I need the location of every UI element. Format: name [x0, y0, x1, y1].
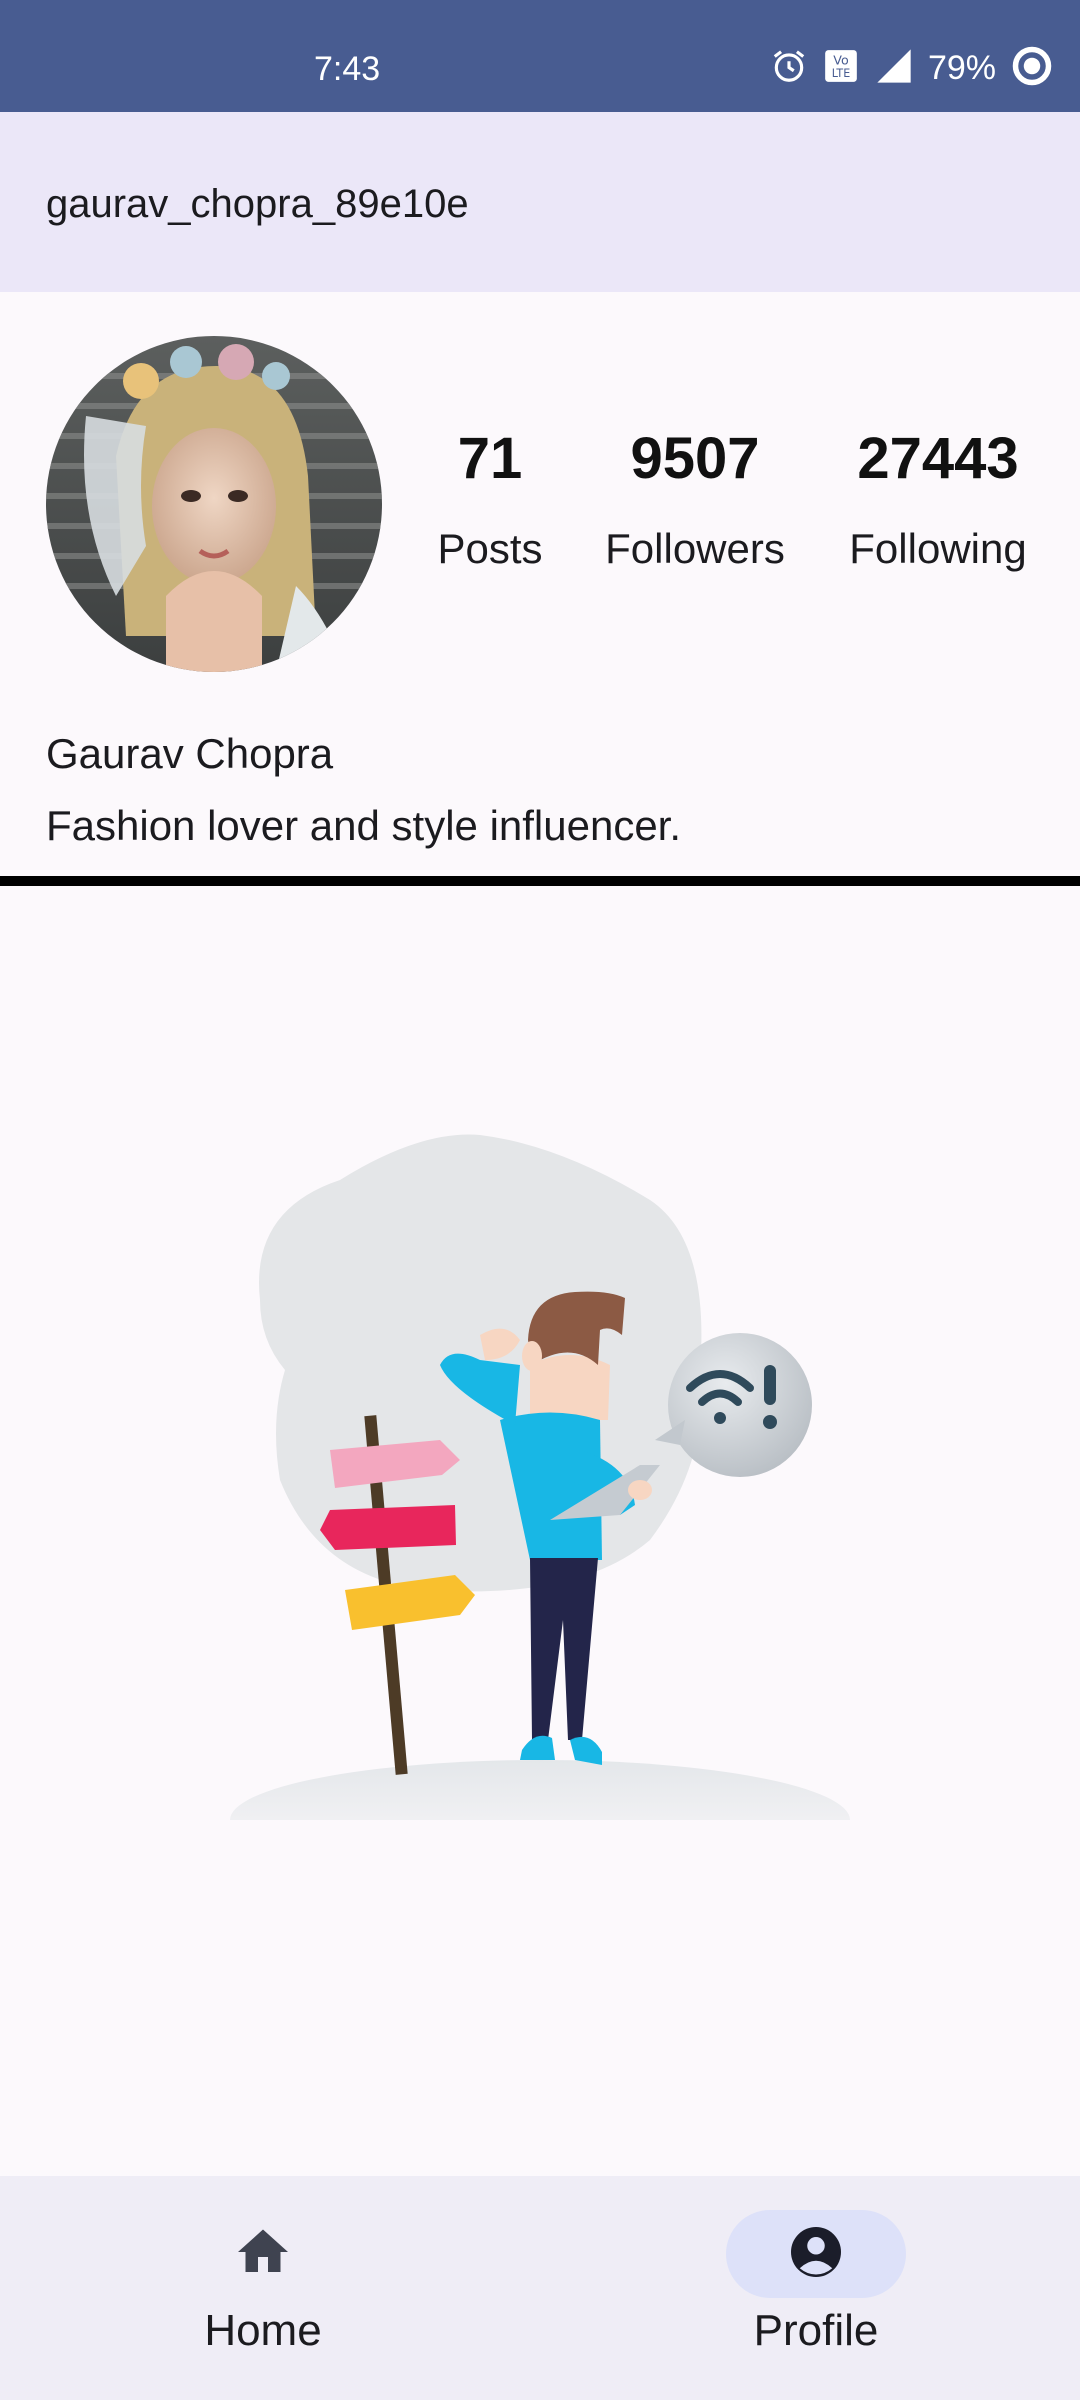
following-stat[interactable]: 27443 Following: [828, 430, 1048, 570]
nav-profile-label: Profile: [753, 2306, 879, 2355]
following-count: 27443: [857, 426, 1019, 491]
status-bar: 7:43 Vo LTE 79%: [0, 0, 1080, 112]
status-time: 7:43: [314, 50, 381, 88]
posts-label: Posts: [437, 525, 543, 572]
posts-stat[interactable]: 71 Posts: [420, 430, 560, 570]
nav-profile-indicator: [726, 2210, 906, 2298]
home-icon: [233, 2222, 293, 2287]
volte-icon: Vo LTE: [822, 47, 860, 90]
bio-text: Fashion lover and style influencer.: [46, 802, 682, 849]
posts-count: 71: [457, 426, 523, 491]
followers-count: 9507: [630, 426, 760, 491]
avatar[interactable]: [46, 336, 382, 672]
nav-item-home[interactable]: Home: [163, 2210, 363, 2356]
svg-text:LTE: LTE: [832, 67, 850, 80]
svg-text:Vo: Vo: [833, 52, 849, 67]
bottom-navigation: Home Profile: [0, 2176, 1080, 2400]
battery-percent: 79%: [927, 48, 996, 87]
followers-stat[interactable]: 9507 Followers: [590, 430, 800, 570]
display-name: Gaurav Chopra: [46, 730, 334, 777]
username-title: gaurav_chopra_89e10e: [46, 182, 469, 226]
alarm-icon: [770, 47, 808, 90]
following-label: Following: [849, 525, 1027, 572]
battery-ring-icon: [1010, 44, 1054, 93]
nav-item-profile[interactable]: Profile: [716, 2210, 916, 2356]
account-circle-icon: [786, 2222, 846, 2287]
no-connection-illustration: [230, 1120, 850, 1880]
nav-home-label: Home: [204, 2306, 322, 2355]
status-icons: Vo LTE 79%: [770, 46, 1054, 90]
divider: [0, 876, 1080, 886]
nav-home-indicator: [173, 2210, 353, 2298]
signal-icon: [874, 46, 914, 91]
followers-label: Followers: [605, 525, 785, 572]
top-app-bar: gaurav_chopra_89e10e: [0, 112, 1080, 292]
avatar-photo: [46, 336, 382, 672]
